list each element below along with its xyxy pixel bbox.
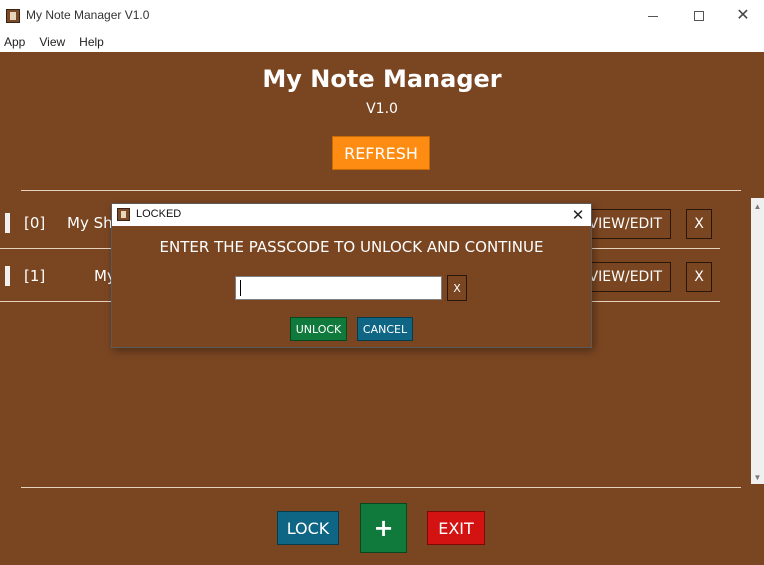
window-titlebar: My Note Manager V1.0 ✕ bbox=[0, 0, 764, 32]
menu-help[interactable]: Help bbox=[79, 35, 104, 49]
note-marker bbox=[5, 266, 10, 286]
notebook-icon bbox=[117, 208, 130, 221]
note-index: [1] bbox=[24, 267, 46, 285]
menu-view[interactable]: View bbox=[39, 35, 65, 49]
view-edit-button[interactable]: VIEW/EDIT bbox=[583, 262, 671, 292]
minimize-button[interactable] bbox=[630, 0, 676, 32]
minimize-icon bbox=[648, 15, 658, 17]
menu-app[interactable]: App bbox=[4, 35, 25, 49]
divider-top bbox=[21, 190, 741, 191]
cancel-button[interactable]: CANCEL bbox=[357, 317, 413, 341]
scroll-down-icon[interactable]: ▼ bbox=[751, 471, 764, 484]
passcode-input[interactable] bbox=[235, 276, 442, 300]
app-version: V1.0 bbox=[366, 101, 398, 117]
menu-bar: App View Help bbox=[0, 32, 764, 52]
notes-scrollbar[interactable]: ▲ ▼ bbox=[751, 198, 764, 484]
text-caret bbox=[240, 280, 241, 296]
lock-button[interactable]: LOCK bbox=[277, 511, 339, 545]
dialog-titlebar: LOCKED ✕ bbox=[112, 204, 591, 226]
note-index: [0] bbox=[24, 214, 46, 232]
delete-note-button[interactable]: X bbox=[686, 262, 712, 292]
scroll-up-icon[interactable]: ▲ bbox=[751, 200, 764, 213]
note-marker bbox=[5, 213, 10, 233]
note-title: My Sh bbox=[67, 214, 113, 232]
locked-dialog: LOCKED ✕ ENTER THE PASSCODE TO UNLOCK AN… bbox=[111, 203, 592, 348]
add-note-button[interactable]: + bbox=[360, 503, 407, 553]
refresh-button[interactable]: REFRESH bbox=[332, 136, 430, 170]
maximize-icon bbox=[694, 11, 704, 21]
clear-passcode-button[interactable]: X bbox=[447, 275, 467, 301]
dialog-title: LOCKED bbox=[136, 208, 182, 220]
app-title: My Note Manager bbox=[262, 65, 502, 93]
dialog-close-button[interactable]: ✕ bbox=[568, 205, 588, 225]
notebook-icon bbox=[6, 9, 20, 23]
close-window-button[interactable]: ✕ bbox=[720, 0, 764, 32]
delete-note-button[interactable]: X bbox=[686, 209, 712, 239]
close-icon: ✕ bbox=[736, 7, 750, 24]
passcode-prompt: ENTER THE PASSCODE TO UNLOCK AND CONTINU… bbox=[159, 238, 544, 256]
window-title: My Note Manager V1.0 bbox=[26, 8, 150, 22]
exit-button[interactable]: EXIT bbox=[427, 511, 485, 545]
view-edit-button[interactable]: VIEW/EDIT bbox=[583, 209, 671, 239]
maximize-button[interactable] bbox=[676, 0, 722, 32]
unlock-button[interactable]: UNLOCK bbox=[290, 317, 347, 341]
divider-bottom bbox=[21, 487, 741, 488]
